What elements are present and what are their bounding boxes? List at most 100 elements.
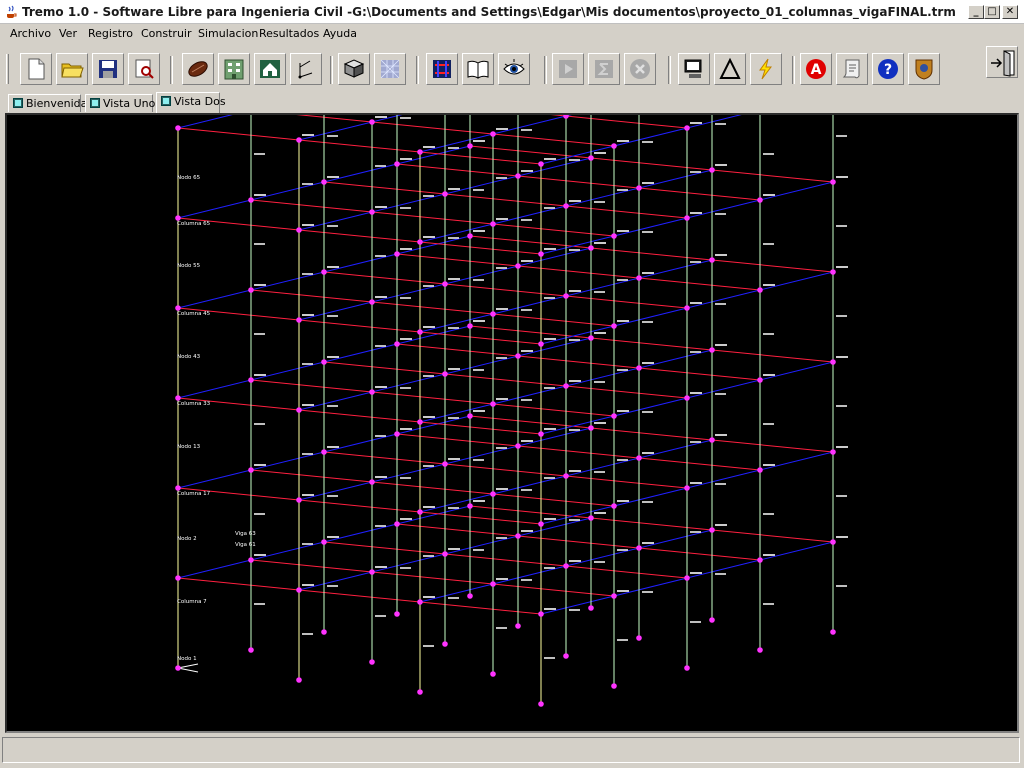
structure-node[interactable] — [417, 599, 423, 605]
monitor-button[interactable] — [678, 53, 710, 85]
structure-node[interactable] — [467, 143, 473, 149]
beam-y-line[interactable] — [298, 301, 373, 321]
structure-node[interactable] — [515, 263, 521, 269]
beam-x-line[interactable] — [250, 289, 373, 303]
beam-y-line[interactable] — [613, 487, 688, 507]
beam-x-line[interactable] — [565, 205, 688, 219]
structure-node[interactable] — [442, 371, 448, 377]
beam-y-line[interactable] — [613, 397, 688, 417]
structure-node[interactable] — [467, 323, 473, 329]
structure-node[interactable] — [490, 221, 496, 227]
beam-y-line[interactable] — [613, 127, 688, 147]
structure-node[interactable] — [709, 347, 715, 353]
beam-y-line[interactable] — [371, 193, 446, 213]
minimize-button[interactable]: _ — [968, 5, 984, 19]
structure-node[interactable] — [757, 197, 763, 203]
beam-x-line[interactable] — [492, 223, 615, 237]
structure-node[interactable] — [563, 383, 569, 389]
structure-node[interactable] — [296, 587, 302, 593]
beam-x-line[interactable] — [444, 553, 567, 567]
structure-node[interactable] — [442, 461, 448, 467]
beam-x-line[interactable] — [565, 115, 688, 129]
beam-x-line[interactable] — [517, 445, 640, 459]
beam-y-line[interactable] — [419, 583, 494, 603]
maximize-button[interactable]: □ — [984, 5, 1000, 19]
beam-x-line[interactable] — [590, 157, 713, 171]
beam-x-line[interactable] — [590, 337, 713, 351]
beam-y-line[interactable] — [492, 385, 567, 405]
beam-x-line[interactable] — [419, 331, 542, 345]
structure-node[interactable] — [296, 407, 302, 413]
structure-node[interactable] — [611, 233, 617, 239]
structure-node[interactable] — [417, 239, 423, 245]
beam-y-line[interactable] — [613, 577, 688, 597]
beam-y-line[interactable] — [613, 307, 688, 327]
beam-y-line[interactable] — [250, 451, 325, 471]
structure-node[interactable] — [248, 197, 254, 203]
beam-y-line[interactable] — [298, 571, 373, 591]
beam-y-line[interactable] — [444, 175, 519, 195]
structure-node[interactable] — [636, 545, 642, 551]
structure-node[interactable] — [684, 305, 690, 311]
delta-button[interactable] — [714, 53, 746, 85]
beam-x-line[interactable] — [298, 499, 421, 513]
beam-y-line[interactable] — [759, 271, 834, 291]
structure-node[interactable] — [175, 665, 181, 671]
structure-node[interactable] — [175, 305, 181, 311]
beam-x-line[interactable] — [711, 169, 834, 183]
beam-x-line[interactable] — [492, 583, 615, 597]
beam-x-line[interactable] — [492, 313, 615, 327]
beam-y-line[interactable] — [298, 211, 373, 231]
structure-node[interactable] — [757, 647, 763, 653]
beam-y-line[interactable] — [565, 187, 640, 207]
beam-y-line[interactable] — [638, 169, 713, 189]
beam-y-line[interactable] — [565, 97, 640, 117]
beam-x-line[interactable] — [323, 271, 446, 285]
structure-node[interactable] — [467, 413, 473, 419]
structure-3d-model[interactable]: Nodo 65 Nodo 55 Nodo 43 Nodo 13 Nodo 2 N… — [7, 50, 1017, 731]
structure-node[interactable] — [467, 503, 473, 509]
structure-node[interactable] — [442, 281, 448, 287]
structure-node[interactable] — [563, 203, 569, 209]
structure-node[interactable] — [296, 317, 302, 323]
beam-y-line[interactable] — [177, 469, 252, 489]
beam-y-line[interactable] — [298, 391, 373, 411]
structure-node[interactable] — [369, 299, 375, 305]
beam-y-line[interactable] — [686, 469, 761, 489]
structure-node[interactable] — [175, 215, 181, 221]
structure-node[interactable] — [538, 251, 544, 257]
beam-x-line[interactable] — [711, 259, 834, 273]
structure-node[interactable] — [248, 377, 254, 383]
beam-x-line[interactable] — [419, 151, 542, 165]
structure-node[interactable] — [830, 179, 836, 185]
structure-node[interactable] — [417, 419, 423, 425]
help-button[interactable]: ? — [872, 53, 904, 85]
beam-x-line[interactable] — [590, 517, 713, 531]
beam-y-line[interactable] — [759, 541, 834, 561]
structure-node[interactable] — [830, 629, 836, 635]
structure-node[interactable] — [709, 167, 715, 173]
3d-viewport[interactable]: Nodo 65 Nodo 55 Nodo 43 Nodo 13 Nodo 2 N… — [5, 50, 1019, 733]
structure-node[interactable] — [563, 293, 569, 299]
structure-node[interactable] — [369, 119, 375, 125]
structure-node[interactable] — [684, 125, 690, 131]
structure-node[interactable] — [442, 191, 448, 197]
building-button[interactable] — [218, 53, 250, 85]
structure-node[interactable] — [175, 575, 181, 581]
beam-y-line[interactable] — [298, 481, 373, 501]
beam-y-line[interactable] — [323, 343, 398, 363]
structure-node[interactable] — [611, 143, 617, 149]
beam-y-line[interactable] — [759, 361, 834, 381]
beam-x-line[interactable] — [250, 199, 373, 213]
structure-node[interactable] — [467, 233, 473, 239]
mesh-button[interactable] — [374, 53, 406, 85]
beam-x-line[interactable] — [638, 457, 761, 471]
beam-y-line[interactable] — [177, 199, 252, 219]
beam-x-line[interactable] — [419, 421, 542, 435]
book-button[interactable] — [462, 53, 494, 85]
structure-node[interactable] — [684, 215, 690, 221]
structure-node[interactable] — [830, 449, 836, 455]
beam-y-line[interactable] — [444, 445, 519, 465]
structure-node[interactable] — [709, 437, 715, 443]
beam-x-line[interactable] — [444, 373, 567, 387]
